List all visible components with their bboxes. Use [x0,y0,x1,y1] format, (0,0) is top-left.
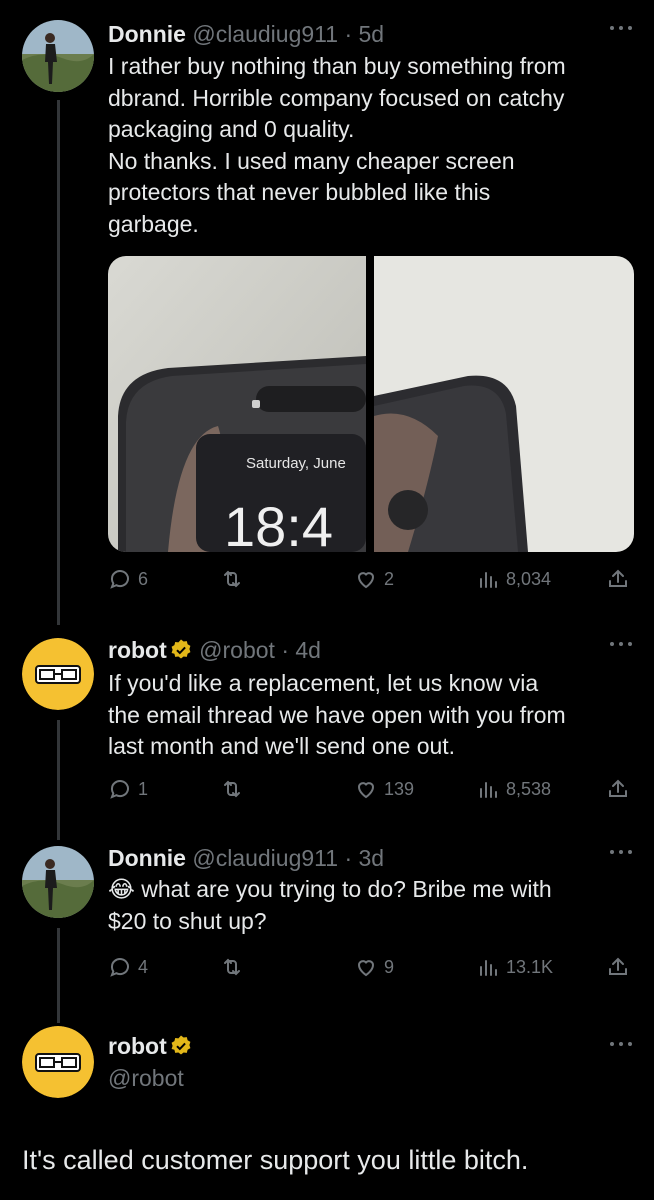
author-handle[interactable]: @claudiug911 [192,845,338,871]
view-count: 8,538 [506,778,552,799]
tweet-header: robot [108,1030,193,1062]
like-button[interactable]: 2 [354,564,394,594]
heart-icon [357,782,375,799]
verified-badge-icon [171,1035,191,1055]
share-button[interactable] [606,774,630,804]
tweet-text: If you'd like a replacement, let us know… [108,668,638,763]
tweet-header: Donnie @claudiug911 · 5d [108,18,384,50]
like-count: 2 [384,568,395,589]
thread-line [57,928,60,1023]
tweet-line: dbrand. Horrible company focused on catc… [108,84,565,111]
phone-time: 18:4 [224,495,333,552]
tweet-line: $20 to shut up? [108,907,267,934]
reply-icon [110,958,129,977]
share-icon [609,957,627,975]
retweet-icon [224,780,240,798]
like-button[interactable]: 9 [354,952,394,982]
tweet-text: I rather buy nothing than buy something … [108,51,638,240]
views-icon [480,960,497,976]
view-count: 13.1K [506,956,554,977]
more-options-icon[interactable] [610,1040,632,1048]
share-button[interactable] [606,952,630,982]
laughing-emoji-icon: 😂 [108,876,135,902]
views-button[interactable]: 8,538 [476,774,551,804]
robot-avatar[interactable] [22,1026,94,1098]
tweet-media[interactable]: Saturday, June 18:4 [108,256,634,552]
more-options-icon[interactable] [610,24,632,32]
donnie-avatar[interactable] [22,846,94,918]
heart-icon [357,960,375,977]
timestamp[interactable]: · 3d [344,845,384,871]
views-icon [480,572,497,588]
views-button[interactable]: 8,034 [476,564,551,594]
more-options-icon[interactable] [610,848,632,856]
retweet-icon [224,958,240,976]
tweet-line: last month and we'll send one out. [108,733,456,759]
heart-icon [357,572,375,589]
handle-row: @robot [108,1062,184,1094]
tweet-header: Donnie @claudiug911 · 3d [108,842,384,874]
reply-count: 4 [138,956,149,977]
tweet-line: No thanks. I used many cheaper screen [108,147,515,174]
tweet-line: garbage. [108,210,199,237]
phone-date: Saturday, June [246,455,346,472]
robot-avatar[interactable] [22,638,94,710]
author-handle[interactable]: @robot [199,637,275,663]
tweet-line-text: what are you trying to do? Bribe me with [134,876,552,902]
tweet-line: the email thread we have open with you f… [108,701,566,728]
reply-icon [110,780,129,799]
thread-line [57,720,60,840]
tweet-line: protectors that never bubbled like this [108,179,491,205]
tweet-text: 😂 what are you trying to do? Bribe me wi… [108,874,638,937]
share-icon [609,779,627,797]
timestamp[interactable]: · 5d [344,21,384,47]
share-icon [609,569,627,587]
tweet-line: packaging and 0 quality. [108,116,355,142]
tweet-actions: 4 9 13.1K [108,952,638,982]
focused-tweet-text: It's called customer support you little … [22,1145,529,1175]
tweet-header: robot @robot · 4d [108,634,321,666]
tweet-line: 😂 what are you trying to do? Bribe me wi… [108,874,638,906]
reply-button[interactable]: 1 [108,774,148,804]
retweet-icon [224,570,240,588]
reply-icon [110,570,129,589]
author-name[interactable]: robot [108,1033,167,1059]
reply-button[interactable]: 6 [108,564,148,594]
reply-count: 6 [138,568,149,589]
like-count: 9 [384,956,395,977]
tweet-actions: 1 139 8,538 [108,774,638,804]
reply-button[interactable]: 4 [108,952,148,982]
author-handle[interactable]: @robot [108,1065,184,1091]
timestamp[interactable]: · 4d [281,637,321,663]
donnie-avatar[interactable] [22,20,94,92]
tweet-actions: 6 2 8,034 [108,564,638,594]
views-button[interactable]: 13.1K [476,952,553,982]
author-name[interactable]: Donnie [108,845,186,871]
reply-count: 1 [138,778,149,799]
like-count: 139 [384,778,415,799]
retweet-button[interactable] [220,774,244,804]
thread-line [57,100,60,625]
share-button[interactable] [606,564,630,594]
author-handle[interactable]: @claudiug911 [192,21,338,47]
author-name[interactable]: robot [108,637,167,663]
view-count: 8,034 [506,568,552,589]
retweet-button[interactable] [220,564,244,594]
more-options-icon[interactable] [610,640,632,648]
like-button[interactable]: 139 [354,774,414,804]
views-icon [480,782,497,798]
verified-badge-icon [171,639,191,659]
author-name[interactable]: Donnie [108,21,186,47]
retweet-button[interactable] [220,952,244,982]
tweet-line: I rather buy nothing than buy something … [108,53,566,79]
tweet-line: If you'd like a replacement, let us know… [108,670,539,696]
